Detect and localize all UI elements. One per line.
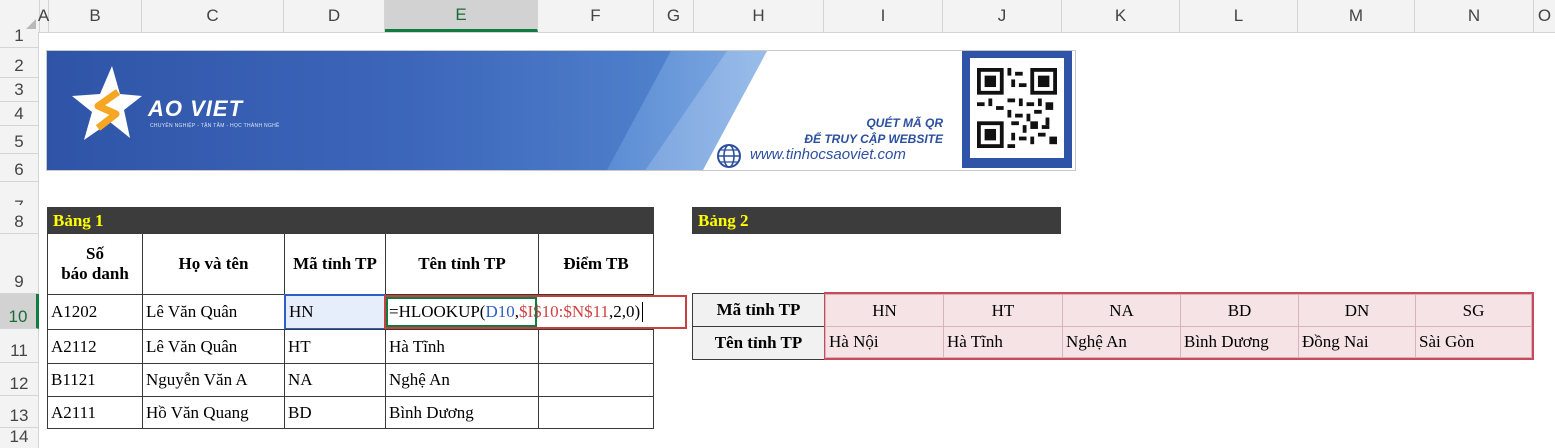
website-url[interactable]: www.tinhocsaoviet.com — [750, 146, 906, 163]
cell-N10[interactable]: SG — [1415, 294, 1532, 327]
cell-D13[interactable]: BD — [284, 396, 386, 429]
col-header-M[interactable]: M — [1298, 0, 1415, 32]
header-ho-va-ten[interactable]: Họ và tên — [142, 233, 285, 295]
cell-M11[interactable]: Đồng Nai — [1298, 326, 1416, 358]
table1-title: Bảng 1 — [53, 210, 104, 230]
cell-M10[interactable]: DN — [1298, 294, 1416, 327]
formula-suffix: ,2,0) — [609, 302, 641, 321]
cell-F12[interactable] — [538, 363, 654, 397]
header-ma-tinh[interactable]: Mã tỉnh TP — [284, 233, 386, 295]
formula-edit-cell[interactable]: =HLOOKUP(D10, $I$10:$N$11,2,0) — [384, 295, 687, 329]
col-header-K[interactable]: K — [1062, 0, 1180, 32]
cell-E12[interactable]: Nghệ An — [385, 363, 539, 397]
cell-J10[interactable]: HT — [943, 294, 1063, 327]
row-header-6[interactable]: 6 — [0, 154, 39, 182]
cell-J11[interactable]: Hà Tĩnh — [943, 326, 1063, 358]
star-logo-icon — [72, 66, 142, 140]
logo-wordmark: AO VIET — [148, 96, 244, 121]
logo-text: SAO VIET — [148, 96, 243, 122]
header-so-bao-danh[interactable]: Số báo danh — [47, 233, 143, 295]
cell-N11[interactable]: Sài Gòn — [1415, 326, 1532, 358]
cell-B12[interactable]: B1121 — [47, 363, 143, 397]
row-header-13[interactable]: 13 — [0, 396, 39, 428]
cell-K10[interactable]: NA — [1062, 294, 1181, 327]
header-sbd-line2: báo danh — [61, 264, 129, 283]
qr-caption-line1: QUÉT MÃ QR — [866, 116, 943, 130]
col-header-E[interactable]: E — [385, 0, 538, 32]
cell-B13[interactable]: A2111 — [47, 396, 143, 429]
row-header-2[interactable]: 2 — [0, 48, 39, 78]
cell-B11[interactable]: A2112 — [47, 329, 143, 364]
table2-title: Bảng 2 — [698, 210, 749, 230]
col-header-D[interactable]: D — [284, 0, 385, 32]
cell-D10[interactable]: HN — [284, 294, 386, 330]
col-header-J[interactable]: J — [943, 0, 1062, 32]
col-header-O[interactable]: O — [1534, 0, 1555, 32]
header-diem-tb[interactable]: Điểm TB — [538, 233, 654, 295]
active-cell-border — [386, 297, 537, 327]
row-header-9[interactable]: 9 — [0, 234, 39, 294]
col-header-H[interactable]: H — [694, 0, 824, 32]
row-header-5[interactable]: 5 — [0, 126, 39, 154]
col-header-C[interactable]: C — [142, 0, 284, 32]
cell-C11[interactable]: Lê Văn Quân — [142, 329, 285, 364]
row-header-14[interactable]: 14 — [0, 427, 39, 448]
col-header-F[interactable]: F — [538, 0, 654, 32]
cell-E11[interactable]: Hà Tĩnh — [385, 329, 539, 364]
globe-icon — [717, 144, 741, 168]
row-header-4[interactable]: 4 — [0, 102, 39, 126]
col-header-L[interactable]: L — [1180, 0, 1298, 32]
cell-D12[interactable]: NA — [284, 363, 386, 397]
text-cursor — [642, 302, 644, 322]
row-header-11[interactable]: 11 — [0, 329, 39, 363]
qr-code-icon — [977, 68, 1057, 148]
cell-L10[interactable]: BD — [1180, 294, 1299, 327]
col-header-B[interactable]: B — [49, 0, 142, 32]
table1-title-bar: Bảng 1 — [47, 207, 654, 234]
logo-tagline: CHUYÊN NGHIỆP - TẬN TÂM - HỌC THÀNH NGHỀ — [150, 123, 280, 129]
table2-label-ten-tinh[interactable]: Tên tỉnh TP — [692, 326, 825, 360]
header-sbd-line1: Số — [86, 244, 104, 263]
cell-D11[interactable]: HT — [284, 329, 386, 364]
cell-C13[interactable]: Hồ Văn Quang — [142, 396, 285, 429]
cell-C10[interactable]: Lê Văn Quân — [142, 294, 285, 330]
row-header-12[interactable]: 12 — [0, 363, 39, 396]
table2-label-ma-tinh[interactable]: Mã tỉnh TP — [692, 293, 825, 327]
header-ten-tinh[interactable]: Tên tỉnh TP — [385, 233, 539, 295]
col-header-I[interactable]: I — [824, 0, 943, 32]
cell-F11[interactable] — [538, 329, 654, 364]
row-header-1[interactable]: 1 — [0, 26, 39, 48]
row-header-3[interactable]: 3 — [0, 78, 39, 102]
col-header-G[interactable]: G — [654, 0, 694, 32]
cell-K11[interactable]: Nghệ An — [1062, 326, 1181, 358]
col-header-N[interactable]: N — [1415, 0, 1534, 32]
cell-I10[interactable]: HN — [825, 294, 944, 327]
cell-C12[interactable]: Nguyễn Văn A — [142, 363, 285, 397]
cell-F13[interactable] — [538, 396, 654, 429]
cell-B10[interactable]: A1202 — [47, 294, 143, 330]
cell-E13[interactable]: Bình Dương — [385, 396, 539, 429]
cell-L11[interactable]: Bình Dương — [1180, 326, 1299, 358]
column-header-bar: A B C D E F G H I J K L M N O — [0, 0, 1555, 33]
cell-I11[interactable]: Hà Nội — [825, 326, 944, 358]
col-header-A[interactable]: A — [38, 0, 49, 32]
qr-caption-line2: ĐỂ TRUY CẬP WEBSITE — [804, 132, 943, 146]
table2-title-bar: Bảng 2 — [692, 207, 1061, 234]
row-header-8[interactable]: 8 — [0, 205, 39, 234]
row-header-10[interactable]: 10 — [0, 294, 39, 329]
